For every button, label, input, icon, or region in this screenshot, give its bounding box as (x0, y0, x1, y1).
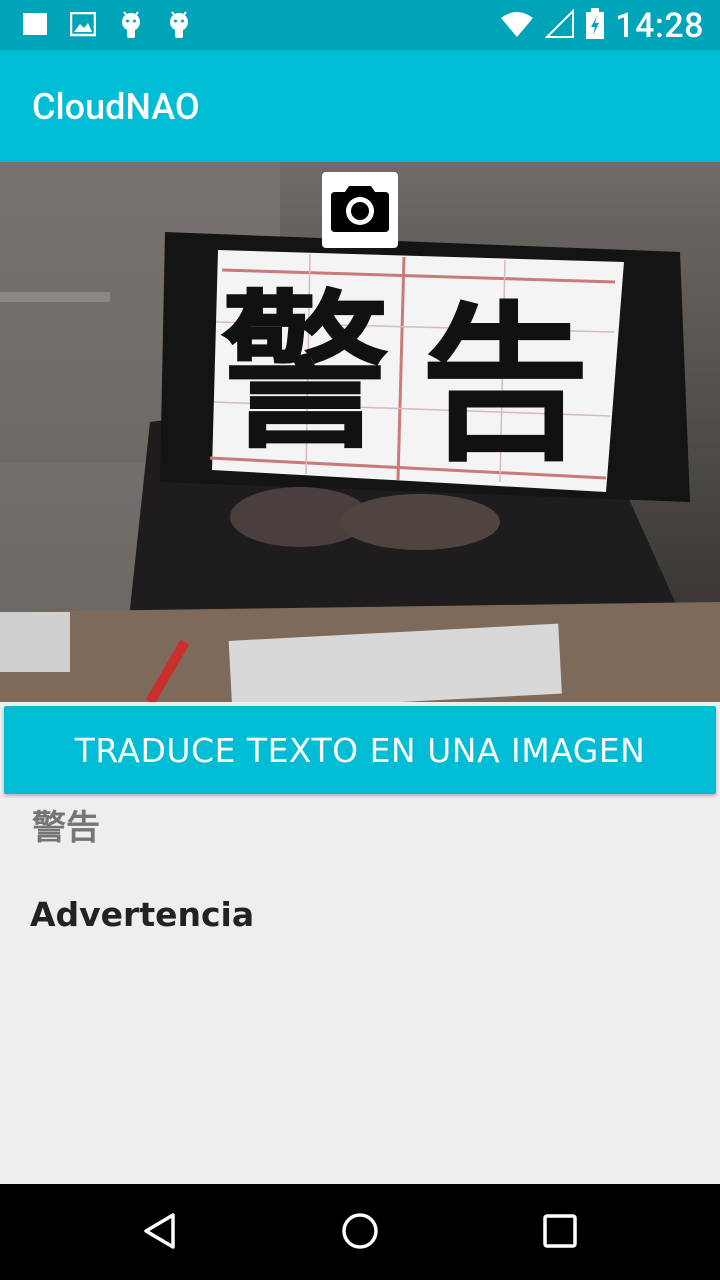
recents-button[interactable] (535, 1208, 585, 1258)
system-icons: 14:28 (499, 6, 704, 46)
app-title: CloudNAO (32, 86, 200, 128)
status-bar: 14:28 (0, 0, 720, 50)
android-icon (118, 10, 144, 44)
svg-text:警: 警 (220, 275, 390, 473)
battery-icon (585, 8, 605, 44)
home-icon (340, 1211, 380, 1255)
wifi-icon (499, 10, 535, 42)
camera-capture-button[interactable] (322, 172, 398, 248)
detected-text: 警告 (32, 808, 100, 848)
back-icon (140, 1211, 180, 1255)
image-icon (69, 11, 97, 42)
android-icon (166, 10, 192, 44)
home-button[interactable] (335, 1208, 385, 1258)
translated-text: Advertencia (30, 895, 255, 934)
app-bar: CloudNAO (0, 50, 720, 162)
notification-icons (22, 10, 192, 44)
stop-square-icon (22, 12, 48, 42)
signal-icon (544, 8, 575, 43)
camera-icon (329, 182, 391, 238)
svg-text:告: 告 (420, 287, 590, 485)
translate-image-button[interactable]: TRADUCE TEXTO EN UNA IMAGEN (4, 706, 716, 794)
recents-icon (540, 1211, 580, 1255)
clock: 14:28 (615, 6, 704, 46)
navigation-bar (0, 1184, 720, 1280)
back-button[interactable] (135, 1208, 185, 1258)
